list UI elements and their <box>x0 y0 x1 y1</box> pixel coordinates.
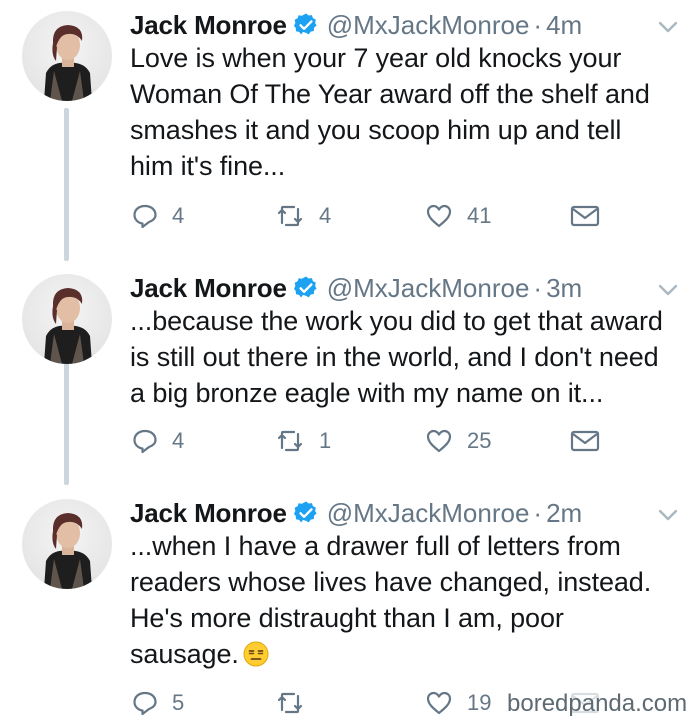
tweet-text: ...because the work you did to get that … <box>130 306 663 408</box>
reply-count: 4 <box>172 428 185 453</box>
retweet-button[interactable] <box>275 685 319 721</box>
expressionless-face-emoji <box>243 641 269 667</box>
retweet-button[interactable]: 4 <box>275 198 331 234</box>
reply-count: 4 <box>172 203 185 228</box>
envelope-icon <box>570 430 600 452</box>
reply-button[interactable]: 4 <box>132 423 184 459</box>
chevron-down-icon[interactable] <box>657 20 679 34</box>
tweet-text-content: ...when I have a drawer full of letters … <box>130 531 652 669</box>
watermark: boredpanda.com <box>505 690 690 718</box>
display-name[interactable]: Jack Monroe <box>130 273 287 304</box>
separator: · <box>533 9 543 40</box>
retweet-icon <box>277 430 303 452</box>
reply-icon <box>133 691 157 716</box>
heart-icon <box>426 204 452 228</box>
reply-button[interactable]: 5 <box>132 685 184 721</box>
verified-badge-icon <box>293 13 317 35</box>
user-handle[interactable]: @MxJackMonroe <box>327 10 530 41</box>
verified-badge-icon <box>293 501 317 523</box>
avatar[interactable] <box>22 274 112 364</box>
tweet-actions: 4 4 41 <box>130 198 610 234</box>
avatar[interactable] <box>22 499 112 589</box>
chevron-down-icon[interactable] <box>657 508 679 522</box>
tweet-text: ...when I have a drawer full of letters … <box>130 528 685 672</box>
direct-message-button[interactable] <box>570 198 600 234</box>
heart-icon <box>426 691 452 715</box>
timestamp[interactable]: 4m <box>546 10 582 41</box>
chevron-down-icon[interactable] <box>657 283 679 297</box>
tweet-text: Love is when your 7 year old knocks your… <box>130 43 650 181</box>
retweet-icon <box>277 692 303 714</box>
like-button[interactable]: 41 <box>425 198 491 234</box>
timestamp[interactable]: 3m <box>546 273 582 304</box>
separator: · <box>533 272 543 303</box>
like-count: 25 <box>467 428 492 453</box>
reply-count: 5 <box>172 690 185 715</box>
separator: · <box>533 497 543 528</box>
reply-icon <box>133 429 157 454</box>
reply-button[interactable]: 4 <box>132 198 184 234</box>
heart-icon <box>426 429 452 453</box>
display-name[interactable]: Jack Monroe <box>130 10 287 41</box>
reply-icon <box>133 204 157 229</box>
retweet-button[interactable]: 1 <box>275 423 331 459</box>
tweet-actions: 4 1 25 <box>130 423 610 459</box>
avatar[interactable] <box>22 11 112 101</box>
retweet-count: 4 <box>319 203 332 228</box>
timestamp[interactable]: 2m <box>546 498 582 529</box>
like-button[interactable]: 25 <box>425 423 491 459</box>
retweet-count: 1 <box>319 428 332 453</box>
user-handle[interactable]: @MxJackMonroe <box>327 498 530 529</box>
like-count: 19 <box>467 690 492 715</box>
like-count: 41 <box>467 203 492 228</box>
tweet[interactable]: Jack Monroe @MxJackMonroe · 4m Love is w… <box>0 0 700 229</box>
retweet-icon <box>277 205 303 227</box>
verified-badge-icon <box>293 276 317 298</box>
display-name[interactable]: Jack Monroe <box>130 498 287 529</box>
direct-message-button[interactable] <box>570 423 600 459</box>
user-handle[interactable]: @MxJackMonroe <box>327 273 530 304</box>
like-button[interactable]: 19 <box>425 685 491 721</box>
envelope-icon <box>570 205 600 227</box>
tweet[interactable]: Jack Monroe @MxJackMonroe · 3m ...becaus… <box>0 263 700 488</box>
